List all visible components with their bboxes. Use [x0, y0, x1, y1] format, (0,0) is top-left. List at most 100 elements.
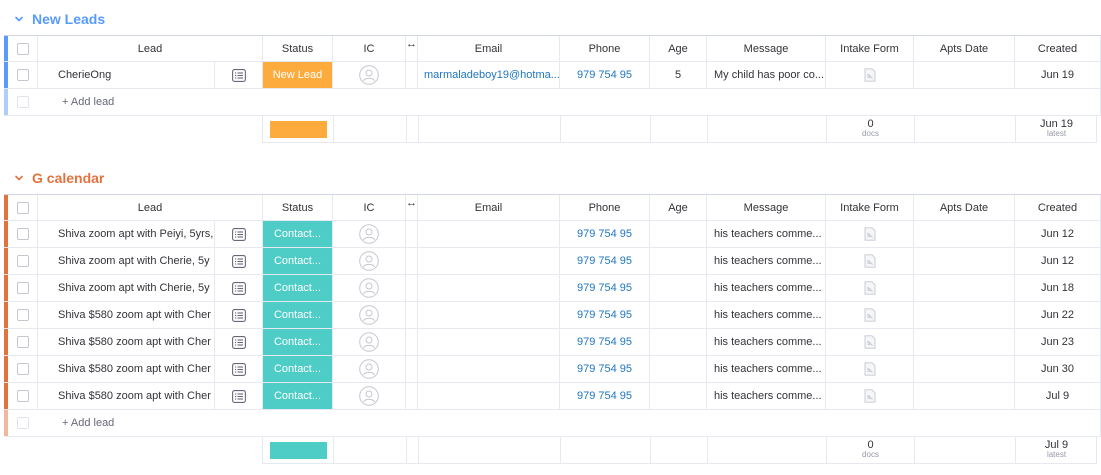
column-header-status[interactable]: Status: [262, 195, 332, 220]
phone-cell[interactable]: 979 754 95: [559, 221, 649, 247]
apts-date-cell[interactable]: [913, 62, 1014, 88]
phone-cell[interactable]: 979 754 95: [559, 383, 649, 409]
lead-name[interactable]: Shiva zoom apt with Cherie, 5y: [38, 282, 210, 294]
person-avatar-icon[interactable]: [359, 305, 379, 325]
column-header-intake-form[interactable]: Intake Form: [825, 195, 913, 220]
row-checkbox[interactable]: [16, 69, 29, 81]
status-label[interactable]: Contact...: [263, 383, 332, 409]
intake-form-cell[interactable]: [825, 275, 913, 301]
ic-cell[interactable]: [332, 356, 405, 382]
status-distribution-bar[interactable]: [269, 441, 327, 459]
column-header-created[interactable]: Created: [1014, 36, 1101, 61]
table-row[interactable]: Shiva $580 zoom apt with Cher Contact... 9…: [4, 383, 1101, 410]
column-header-phone[interactable]: Phone: [559, 36, 649, 61]
lead-name-cell[interactable]: Shiva zoom apt with Cherie, 5y: [37, 248, 214, 274]
person-avatar-icon[interactable]: [359, 386, 379, 406]
group-header[interactable]: New Leads: [12, 9, 105, 29]
status-cell[interactable]: Contact...: [262, 383, 332, 409]
add-lead-row[interactable]: + Add lead: [4, 410, 1101, 437]
column-header-ic[interactable]: IC: [332, 195, 405, 220]
item-details-icon[interactable]: [231, 68, 246, 82]
column-resize-handle[interactable]: ↔: [405, 36, 417, 61]
row-select-cell[interactable]: [8, 356, 37, 382]
message-cell[interactable]: his teachers comme...: [706, 329, 825, 355]
ic-cell[interactable]: [332, 383, 405, 409]
file-icon[interactable]: [864, 335, 876, 349]
apts-date-cell[interactable]: [913, 302, 1014, 328]
file-icon[interactable]: [864, 68, 876, 82]
column-header-message[interactable]: Message: [706, 195, 825, 220]
add-lead-row[interactable]: + Add lead: [4, 89, 1101, 116]
file-icon[interactable]: [864, 308, 876, 322]
phone-cell[interactable]: 979 754 95: [559, 62, 649, 88]
column-header-ic[interactable]: IC: [332, 36, 405, 61]
table-row[interactable]: Shiva zoom apt with Peiyi, 5yrs, Contact.…: [4, 221, 1101, 248]
column-header-email[interactable]: Email: [417, 36, 559, 61]
phone-cell[interactable]: 979 754 95: [559, 248, 649, 274]
status-label[interactable]: Contact...: [263, 329, 332, 355]
file-icon[interactable]: [864, 254, 876, 268]
status-summary-cell[interactable]: [263, 437, 333, 463]
status-label[interactable]: Contact...: [263, 221, 332, 247]
phone-link[interactable]: 979 754 95: [577, 228, 632, 240]
intake-form-cell[interactable]: [825, 62, 913, 88]
age-cell[interactable]: [649, 275, 706, 301]
lead-name[interactable]: Shiva zoom apt with Cherie, 5y: [38, 255, 210, 267]
status-summary-cell[interactable]: [263, 116, 333, 142]
column-resize-handle[interactable]: ↔: [405, 195, 417, 220]
apts-date-cell[interactable]: [913, 356, 1014, 382]
item-details-cell[interactable]: [214, 248, 262, 274]
status-cell[interactable]: Contact...: [262, 329, 332, 355]
phone-cell[interactable]: 979 754 95: [559, 275, 649, 301]
person-avatar-icon[interactable]: [359, 278, 379, 298]
file-icon[interactable]: [864, 362, 876, 376]
item-details-icon[interactable]: [231, 227, 246, 241]
group-header[interactable]: G calendar: [12, 168, 104, 188]
status-label[interactable]: Contact...: [263, 302, 332, 328]
row-checkbox[interactable]: [16, 363, 29, 375]
message-cell[interactable]: his teachers comme...: [706, 275, 825, 301]
message-cell[interactable]: his teachers comme...: [706, 221, 825, 247]
phone-link[interactable]: 979 754 95: [577, 282, 632, 294]
status-label[interactable]: New Lead: [263, 62, 332, 88]
group-title[interactable]: G calendar: [32, 170, 104, 186]
ic-cell[interactable]: [332, 275, 405, 301]
person-avatar-icon[interactable]: [359, 224, 379, 244]
ic-cell[interactable]: [332, 248, 405, 274]
apts-date-cell[interactable]: [913, 383, 1014, 409]
intake-form-cell[interactable]: [825, 302, 913, 328]
table-row[interactable]: Shiva zoom apt with Cherie, 5y Contact...…: [4, 248, 1101, 275]
person-avatar-icon[interactable]: [359, 65, 379, 85]
lead-name-cell[interactable]: Shiva $580 zoom apt with Cher: [37, 383, 214, 409]
apts-date-cell[interactable]: [913, 275, 1014, 301]
item-details-icon[interactable]: [231, 362, 246, 376]
column-header-email[interactable]: Email: [417, 195, 559, 220]
email-cell[interactable]: [417, 248, 559, 274]
phone-link[interactable]: 979 754 95: [577, 363, 632, 375]
message-cell[interactable]: My child has poor co...: [706, 62, 825, 88]
item-details-cell[interactable]: [214, 221, 262, 247]
status-label[interactable]: Contact...: [263, 275, 332, 301]
intake-form-cell[interactable]: [825, 356, 913, 382]
person-avatar-icon[interactable]: [359, 251, 379, 271]
item-details-icon[interactable]: [231, 335, 246, 349]
column-header-age[interactable]: Age: [649, 36, 706, 61]
intake-form-cell[interactable]: [825, 383, 913, 409]
column-header-created[interactable]: Created: [1014, 195, 1101, 220]
table-row[interactable]: Shiva $580 zoom apt with Cher Contact... 9…: [4, 329, 1101, 356]
select-all-checkbox[interactable]: [16, 201, 29, 214]
ic-cell[interactable]: [332, 221, 405, 247]
lead-name[interactable]: CherieOng: [38, 69, 111, 81]
column-header-lead[interactable]: Lead: [37, 195, 262, 220]
row-select-cell[interactable]: [8, 248, 37, 274]
lead-name-cell[interactable]: Shiva $580 zoom apt with Cher: [37, 302, 214, 328]
age-cell[interactable]: [649, 383, 706, 409]
message-cell[interactable]: his teachers comme...: [706, 302, 825, 328]
item-details-cell[interactable]: [214, 329, 262, 355]
lead-name-cell[interactable]: Shiva zoom apt with Cherie, 5y: [37, 275, 214, 301]
email-cell[interactable]: [417, 275, 559, 301]
chevron-down-icon[interactable]: [12, 12, 26, 26]
row-checkbox[interactable]: [16, 228, 29, 240]
table-row[interactable]: Shiva zoom apt with Cherie, 5y Contact...…: [4, 275, 1101, 302]
age-cell[interactable]: [649, 248, 706, 274]
